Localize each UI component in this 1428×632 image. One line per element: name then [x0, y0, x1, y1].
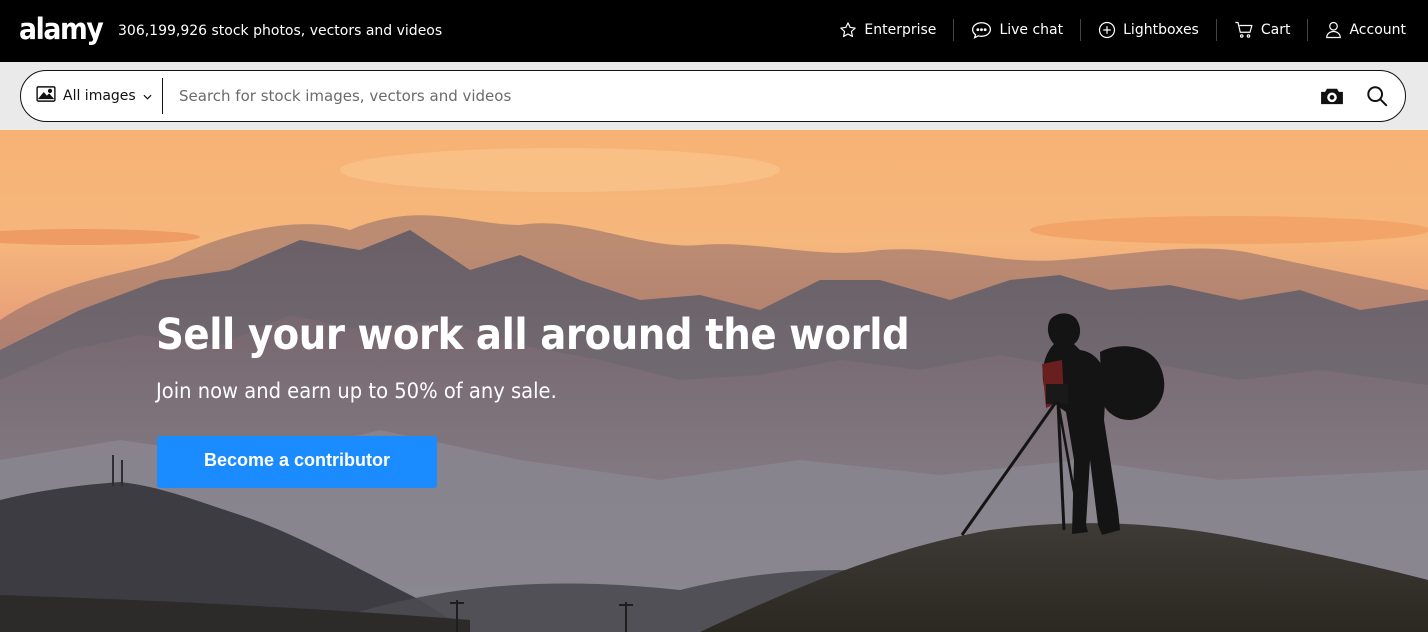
media-type-dropdown[interactable]: All images [21, 71, 162, 121]
image-count-tagline: 306,199,926 stock photos, vectors and vi… [118, 23, 443, 39]
lightboxes-link[interactable]: Lightboxes [1098, 21, 1199, 39]
nav-divider [953, 19, 955, 41]
live-chat-label: Live chat [999, 22, 1064, 38]
nav-divider [1215, 19, 1217, 41]
search-actions [1320, 85, 1405, 107]
camera-search-icon[interactable] [1320, 86, 1344, 106]
hero-subtitle: Join now and earn up to 50% of any sale. [156, 379, 557, 403]
account-link[interactable]: Account [1325, 21, 1406, 39]
media-type-label: All images [63, 88, 136, 104]
search-bar: All images [20, 70, 1406, 122]
alamy-logo[interactable]: alamy [19, 12, 104, 46]
live-chat-link[interactable]: Live chat [971, 21, 1063, 39]
nav-divider [1080, 19, 1082, 41]
cart-link[interactable]: Cart [1234, 21, 1291, 39]
enterprise-link[interactable]: Enterprise [839, 21, 936, 39]
search-strip: All images [0, 62, 1428, 130]
account-label: Account [1349, 22, 1406, 38]
nav-divider [1307, 19, 1309, 41]
lightboxes-label: Lightboxes [1123, 22, 1199, 38]
top-bar: alamy 306,199,926 stock photos, vectors … [0, 0, 1428, 62]
hero-title: Sell your work all around the world [156, 310, 910, 360]
star-icon [839, 21, 857, 39]
plus-circle-icon [1098, 21, 1116, 39]
magnifier-icon[interactable] [1366, 85, 1388, 107]
cart-icon [1234, 21, 1254, 39]
hero-banner: Sell your work all around the world Join… [0, 130, 1428, 632]
chevron-down-icon [143, 88, 152, 104]
image-icon [36, 86, 56, 106]
top-nav: Enterprise Live chat Lightboxes Cart Acc… [839, 17, 1406, 43]
enterprise-label: Enterprise [864, 22, 937, 38]
search-input[interactable] [163, 71, 1320, 121]
become-contributor-button[interactable]: Become a contributor [157, 436, 437, 488]
chat-bubble-icon [971, 21, 992, 39]
user-icon [1325, 21, 1342, 39]
cart-label: Cart [1260, 22, 1291, 38]
